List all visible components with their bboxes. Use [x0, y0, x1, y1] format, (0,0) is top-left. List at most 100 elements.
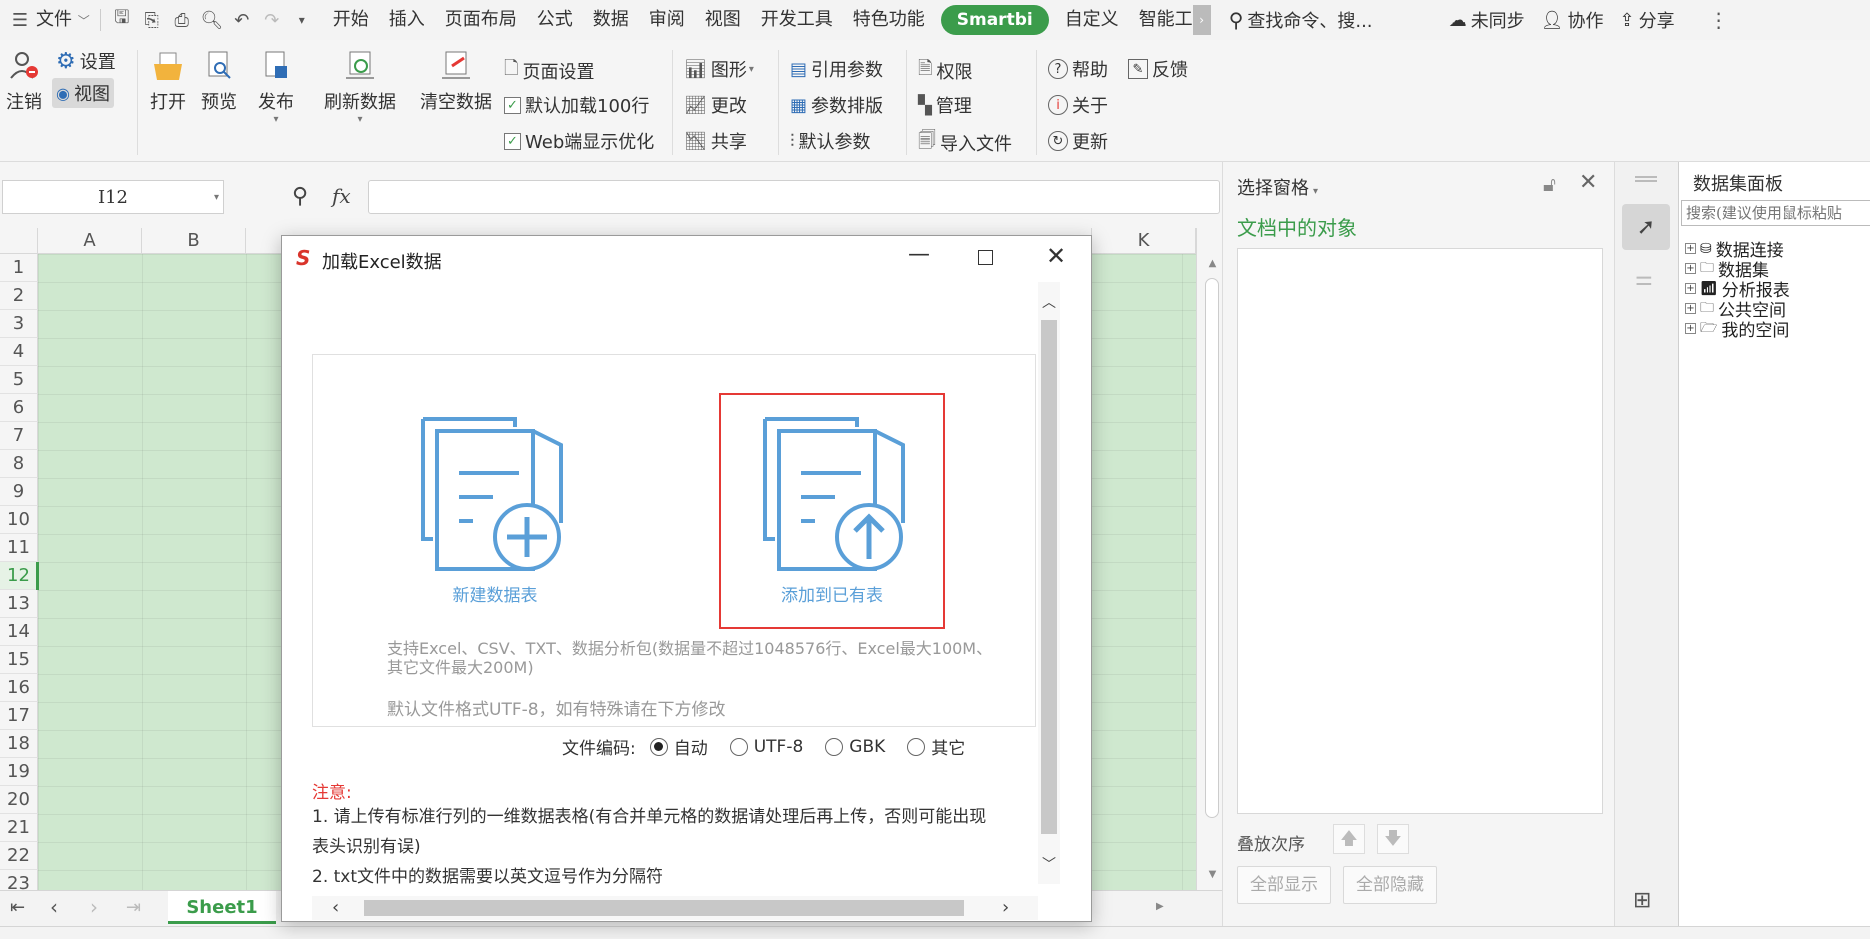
- move-up-button[interactable]: 🡅: [1333, 824, 1365, 854]
- menu-home[interactable]: 开始: [323, 0, 379, 40]
- lock-icon[interactable]: 🔓︎: [1543, 172, 1556, 196]
- add-existing-option[interactable]: 添加到已有表: [719, 393, 945, 629]
- print-preview-icon[interactable]: 🔍︎: [197, 0, 227, 40]
- redo-icon[interactable]: ↷: [257, 0, 287, 40]
- first-sheet-icon[interactable]: ⇤: [10, 897, 25, 918]
- ref-param-button[interactable]: ▤ 引用参数: [790, 56, 883, 82]
- tab-smartbi[interactable]: Smartbi: [940, 5, 1049, 35]
- expand-icon[interactable]: +: [1685, 243, 1696, 254]
- name-box-dropdown-icon[interactable]: ▾: [214, 192, 219, 203]
- sync-status[interactable]: ☁ 未同步: [1449, 7, 1525, 33]
- objects-list[interactable]: [1237, 248, 1603, 814]
- row-header[interactable]: 9: [0, 478, 38, 506]
- minimize-icon[interactable]: —: [908, 242, 930, 267]
- about-button[interactable]: i 关于: [1048, 92, 1108, 118]
- scroll-right-icon[interactable]: ›: [1002, 897, 1009, 918]
- update-button[interactable]: ↻ 更新: [1048, 128, 1108, 154]
- row-header[interactable]: 18: [0, 730, 38, 758]
- logout-button[interactable]: 注销: [6, 50, 42, 114]
- row-header[interactable]: 4: [0, 338, 38, 366]
- hide-all-button[interactable]: 全部隐藏: [1343, 866, 1437, 904]
- help-button[interactable]: ? 帮助: [1048, 56, 1108, 82]
- move-down-button[interactable]: 🡇: [1377, 824, 1409, 854]
- scroll-thumb[interactable]: [364, 900, 964, 916]
- horizontal-scroll-right-icon[interactable]: ▶: [1156, 901, 1164, 912]
- preview-button[interactable]: 预览: [201, 50, 237, 114]
- menu-special[interactable]: 特色功能: [843, 0, 935, 40]
- settings-button[interactable]: ⚙ 设置: [56, 48, 116, 74]
- close-icon[interactable]: ✕: [1046, 242, 1066, 270]
- row-header[interactable]: 14: [0, 618, 38, 646]
- chart-button[interactable]: 📊︎ 图形 ▾: [684, 56, 754, 82]
- manage-button[interactable]: ▚ 管理: [918, 92, 972, 118]
- row-header[interactable]: 2: [0, 282, 38, 310]
- next-sheet-icon[interactable]: ›: [90, 895, 98, 919]
- print-icon[interactable]: ⎙: [167, 0, 197, 40]
- maximize-icon[interactable]: [978, 250, 993, 265]
- tree-item-my-space[interactable]: + 🗁 我的空间: [1685, 316, 1789, 341]
- row-header[interactable]: 12: [0, 562, 38, 590]
- change-button[interactable]: 📈︎ 更改: [684, 92, 747, 118]
- dialog-horizontal-scrollbar[interactable]: ‹ ›: [312, 896, 1038, 920]
- menu-formula[interactable]: 公式: [527, 0, 583, 40]
- open-button[interactable]: 打开: [150, 50, 186, 114]
- menu-view[interactable]: 视图: [695, 0, 751, 40]
- apps-grid-icon[interactable]: ⊞: [1633, 888, 1651, 913]
- default-load-checkbox[interactable]: ✓ 默认加载100行: [504, 92, 649, 118]
- menu-review[interactable]: 审阅: [639, 0, 695, 40]
- feedback-button[interactable]: ✎ 反馈: [1128, 56, 1188, 82]
- row-header[interactable]: 7: [0, 422, 38, 450]
- select-pointer-button[interactable]: ➚: [1622, 204, 1670, 250]
- radio-gbk[interactable]: GBK: [825, 737, 885, 757]
- expand-icon[interactable]: +: [1685, 263, 1696, 274]
- hamburger-menu-icon[interactable]: ☰: [8, 0, 32, 40]
- row-header[interactable]: 13: [0, 590, 38, 618]
- file-menu[interactable]: 文件 ﹀: [32, 0, 94, 40]
- expand-icon[interactable]: +: [1685, 283, 1696, 294]
- select-all-corner[interactable]: [0, 228, 38, 254]
- web-optimize-checkbox[interactable]: ✓ Web端显示优化: [504, 128, 654, 154]
- share-button[interactable]: ⇪ 分享: [1620, 7, 1675, 33]
- column-header-k[interactable]: K: [1092, 228, 1196, 254]
- dataset-search-input[interactable]: [1681, 200, 1870, 226]
- last-sheet-icon[interactable]: ⇥: [126, 897, 141, 918]
- dialog-vertical-scrollbar[interactable]: ︿ ﹀: [1038, 282, 1060, 884]
- collaborate-button[interactable]: 👤︎ 协作: [1541, 7, 1604, 33]
- fx-icon[interactable]: fx: [332, 184, 351, 208]
- scroll-left-icon[interactable]: ‹: [332, 897, 339, 918]
- scroll-thumb[interactable]: [1205, 278, 1219, 818]
- property-settings-icon[interactable]: ⚌: [1635, 266, 1653, 290]
- row-header[interactable]: 10: [0, 506, 38, 534]
- permission-button[interactable]: 🗎 权限: [918, 56, 972, 86]
- more-options-icon[interactable]: ⋮: [1709, 8, 1729, 32]
- row-header[interactable]: 3: [0, 310, 38, 338]
- close-icon[interactable]: ✕: [1579, 170, 1597, 195]
- menu-scroll-right-icon[interactable]: ›: [1192, 5, 1211, 35]
- row-header[interactable]: 16: [0, 674, 38, 702]
- refresh-data-button[interactable]: 刷新数据 ▾: [324, 50, 396, 125]
- menu-insert[interactable]: 插入: [379, 0, 435, 40]
- dialog-title-bar[interactable]: S 加载Excel数据 — ✕: [282, 236, 1091, 280]
- row-header[interactable]: 8: [0, 450, 38, 478]
- search-command[interactable]: ⚲ 查找命令、搜...: [1229, 7, 1429, 33]
- row-header[interactable]: 22: [0, 842, 38, 870]
- drag-handle-icon[interactable]: [1635, 176, 1657, 182]
- share-chart-button[interactable]: 📉︎ 共享: [684, 128, 747, 154]
- show-all-button[interactable]: 全部显示: [1237, 866, 1331, 904]
- selection-pane-title[interactable]: 选择窗格 ▾: [1237, 174, 1318, 200]
- row-header[interactable]: 20: [0, 786, 38, 814]
- param-layout-button[interactable]: ▦ 参数排版: [790, 92, 883, 118]
- save-icon[interactable]: 🖫: [107, 0, 137, 40]
- customize-quick-access-icon[interactable]: ▾: [287, 0, 317, 40]
- radio-other[interactable]: 其它: [907, 734, 965, 759]
- menu-ai-tools[interactable]: 智能工: [1129, 0, 1193, 40]
- publish-button[interactable]: 发布 ▾: [258, 50, 294, 125]
- undo-icon[interactable]: ↶: [227, 0, 257, 40]
- clear-data-button[interactable]: 清空数据: [420, 50, 492, 114]
- format-painter-icon[interactable]: ⎘: [137, 0, 167, 40]
- scroll-up-icon[interactable]: ︿: [1038, 292, 1060, 312]
- column-header-a[interactable]: A: [38, 228, 142, 254]
- expand-icon[interactable]: +: [1685, 323, 1696, 334]
- menu-developer[interactable]: 开发工具: [751, 0, 843, 40]
- row-header[interactable]: 6: [0, 394, 38, 422]
